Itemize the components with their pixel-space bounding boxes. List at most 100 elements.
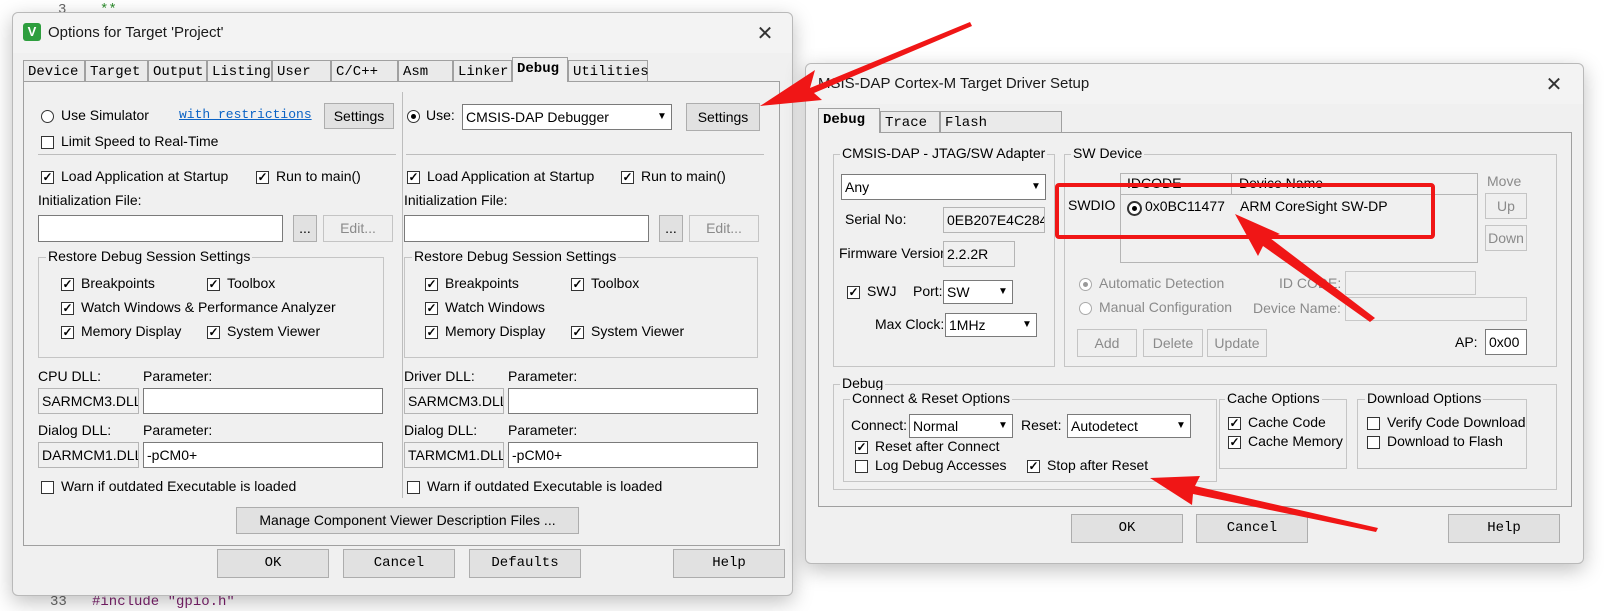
toolbox-checkbox[interactable]: ✓ [207, 278, 220, 291]
id-code-input[interactable] [1345, 271, 1476, 295]
cache-memory-checkbox[interactable]: ✓ [1228, 436, 1241, 449]
edit-button[interactable]: Edit... [689, 215, 759, 242]
init-file-input[interactable] [38, 215, 283, 242]
warn-outdated-checkbox[interactable] [41, 481, 54, 494]
ap-input[interactable]: 0x00 [1485, 329, 1527, 355]
max-clock-select[interactable]: 1MHz ▼ [945, 313, 1037, 337]
cancel-button[interactable]: Cancel [1196, 514, 1308, 543]
auto-detect-radio[interactable] [1079, 278, 1092, 291]
tab-user[interactable]: User [272, 60, 331, 82]
system-viewer-checkbox[interactable]: ✓ [207, 326, 220, 339]
move-up-button[interactable]: Up [1485, 193, 1527, 219]
reset-label: Reset: [1021, 417, 1062, 433]
cache-memory-label: Cache Memory [1248, 433, 1343, 449]
driver-titlebar: MSIS-DAP Cortex-M Target Driver Setup ✕ [806, 64, 1583, 104]
add-button[interactable]: Add [1077, 329, 1137, 357]
tab-asm[interactable]: Asm [398, 60, 453, 82]
dialog-dll-input[interactable]: TARMCM1.DLL [404, 442, 504, 468]
init-file-label: Initialization File: [38, 192, 142, 208]
breakpoints-checkbox[interactable]: ✓ [425, 278, 438, 291]
cpu-dll-label: CPU DLL: [38, 368, 102, 384]
download-flash-checkbox[interactable] [1367, 436, 1380, 449]
tab-debug[interactable]: Debug [512, 57, 568, 82]
cache-code-checkbox[interactable]: ✓ [1228, 417, 1241, 430]
run-to-main-checkbox[interactable]: ✓ [256, 171, 269, 184]
toolbox-checkbox[interactable]: ✓ [571, 278, 584, 291]
connect-select[interactable]: Normal ▼ [909, 414, 1013, 438]
cancel-button[interactable]: Cancel [343, 549, 455, 578]
memory-display-checkbox[interactable]: ✓ [61, 326, 74, 339]
ok-button[interactable]: OK [217, 549, 329, 578]
swj-checkbox[interactable]: ✓ [847, 286, 860, 299]
close-icon[interactable]: ✕ [1542, 72, 1566, 97]
connect-reset-title: Connect & Reset Options [850, 390, 1012, 406]
tab-output[interactable]: Output [148, 60, 207, 82]
stop-after-reset-checkbox[interactable]: ✓ [1027, 460, 1040, 473]
tab-debug[interactable]: Debug [818, 108, 880, 133]
watch-windows-checkbox[interactable]: ✓ [61, 302, 74, 315]
ok-button[interactable]: OK [1071, 514, 1183, 543]
debugger-settings-button[interactable]: Settings [686, 103, 760, 131]
manage-component-viewer-button[interactable]: Manage Component Viewer Description File… [236, 507, 579, 534]
keil-app-icon: V [23, 23, 41, 41]
warn-outdated-label: Warn if outdated Executable is loaded [427, 478, 663, 494]
cpu-param-input[interactable] [143, 388, 383, 414]
load-app-checkbox[interactable]: ✓ [41, 171, 54, 184]
watch-windows-checkbox[interactable]: ✓ [425, 302, 438, 315]
delete-button[interactable]: Delete [1143, 329, 1203, 357]
parameter-label: Parameter: [143, 422, 213, 438]
browse-button[interactable]: ... [293, 215, 317, 242]
close-icon[interactable]: ✕ [753, 21, 777, 46]
manual-config-radio[interactable] [1079, 302, 1092, 315]
chevron-down-icon: ▼ [1022, 319, 1032, 330]
init-file-input[interactable] [404, 215, 649, 242]
tab-flash-download[interactable]: Flash Download [940, 111, 1062, 153]
divider [406, 154, 764, 155]
tab-linker[interactable]: Linker [453, 60, 512, 82]
run-to-main-checkbox[interactable]: ✓ [621, 171, 634, 184]
cpu-dll-input[interactable]: SARMCM3.DLL [38, 388, 139, 414]
breakpoints-checkbox[interactable]: ✓ [61, 278, 74, 291]
defaults-button[interactable]: Defaults [469, 549, 581, 578]
device-name-input[interactable] [1345, 297, 1527, 321]
use-simulator-radio[interactable] [41, 110, 54, 123]
with-restrictions-link[interactable]: with restrictions [179, 107, 312, 122]
tab-listing[interactable]: Listing [207, 60, 272, 82]
update-button[interactable]: Update [1207, 329, 1267, 357]
use-debugger-radio[interactable] [407, 110, 420, 123]
load-app-checkbox[interactable]: ✓ [407, 171, 420, 184]
adapter-select[interactable]: Any ▼ [841, 174, 1046, 200]
dialog-dll-input[interactable]: DARMCM1.DLL [38, 442, 139, 468]
system-viewer-checkbox[interactable]: ✓ [571, 326, 584, 339]
limit-speed-checkbox[interactable] [41, 136, 54, 149]
device-name-label: Device Name: [1253, 300, 1341, 316]
verify-code-checkbox[interactable] [1367, 417, 1380, 430]
help-button[interactable]: Help [1448, 514, 1560, 543]
highlight-box [1055, 183, 1435, 239]
port-select[interactable]: SW ▼ [943, 280, 1013, 304]
tab-trace[interactable]: Trace [880, 111, 940, 133]
debugger-select[interactable]: CMSIS-DAP Debugger ▼ [462, 104, 672, 130]
reset-after-connect-checkbox[interactable]: ✓ [855, 441, 868, 454]
tab-device[interactable]: Device [23, 60, 85, 82]
tab-target[interactable]: Target [85, 60, 148, 82]
dialog-dll-label: Dialog DLL: [38, 422, 112, 438]
browse-button[interactable]: ... [659, 215, 683, 242]
edit-button[interactable]: Edit... [323, 215, 393, 242]
tab-utilities[interactable]: Utilities [568, 60, 649, 82]
reset-select[interactable]: Autodetect ▼ [1067, 414, 1191, 438]
restore-debug-title: Restore Debug Session Settings [46, 248, 253, 264]
simulator-settings-button[interactable]: Settings [324, 103, 394, 129]
dialog-param-input[interactable]: -pCM0+ [143, 442, 383, 468]
log-debug-checkbox[interactable] [855, 460, 868, 473]
driver-dll-input[interactable]: SARMCM3.DLL [404, 388, 504, 414]
memory-display-checkbox[interactable]: ✓ [425, 326, 438, 339]
chevron-down-icon: ▼ [657, 111, 667, 122]
tab-cpp[interactable]: C/C++ [331, 60, 398, 82]
driver-param-input[interactable] [508, 388, 758, 414]
help-button[interactable]: Help [673, 549, 785, 578]
warn-outdated-checkbox[interactable] [407, 481, 420, 494]
move-down-button[interactable]: Down [1485, 225, 1527, 251]
debugger-select-value: CMSIS-DAP Debugger [466, 109, 609, 125]
dialog-param-input[interactable]: -pCM0+ [508, 442, 758, 468]
